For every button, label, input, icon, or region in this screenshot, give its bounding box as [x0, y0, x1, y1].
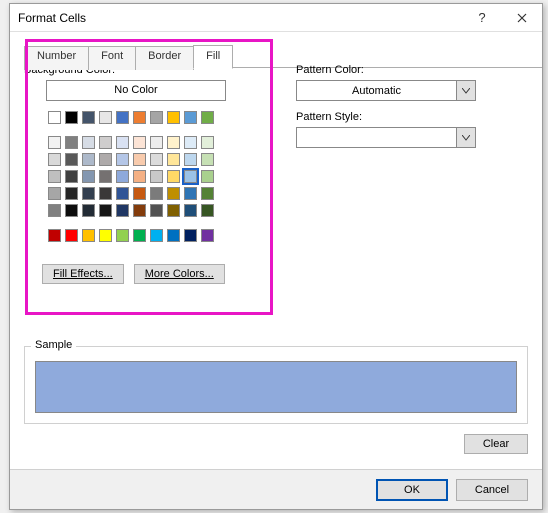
color-swatch[interactable]: [184, 170, 197, 183]
color-swatch[interactable]: [150, 204, 163, 217]
color-palette: [46, 109, 264, 244]
titlebar: Format Cells ?: [10, 4, 542, 32]
color-swatch[interactable]: [65, 136, 78, 149]
no-color-button[interactable]: No Color: [46, 80, 226, 101]
color-swatch[interactable]: [184, 204, 197, 217]
color-swatch[interactable]: [184, 111, 197, 124]
pattern-style-label: Pattern Style:: [296, 111, 516, 123]
color-swatch[interactable]: [65, 153, 78, 166]
color-swatch[interactable]: [99, 204, 112, 217]
dialog-title: Format Cells: [18, 11, 462, 25]
color-swatch[interactable]: [99, 229, 112, 242]
color-swatch[interactable]: [133, 204, 146, 217]
color-swatch[interactable]: [133, 111, 146, 124]
color-swatch[interactable]: [65, 204, 78, 217]
chevron-down-icon: [456, 81, 475, 100]
pattern-style-dropdown[interactable]: [296, 127, 476, 148]
color-swatch[interactable]: [184, 153, 197, 166]
sample-fieldset: Sample: [24, 346, 528, 424]
color-swatch[interactable]: [201, 111, 214, 124]
color-swatch[interactable]: [201, 187, 214, 200]
tab-fill[interactable]: Fill: [193, 45, 233, 69]
color-swatch[interactable]: [201, 136, 214, 149]
chevron-down-icon: [456, 128, 475, 147]
pattern-color-value: Automatic: [297, 85, 456, 97]
color-swatch[interactable]: [133, 229, 146, 242]
color-swatch[interactable]: [150, 111, 163, 124]
tab-number[interactable]: Number: [24, 46, 89, 70]
color-swatch[interactable]: [116, 111, 129, 124]
help-button[interactable]: ?: [462, 4, 502, 32]
color-swatch[interactable]: [48, 229, 61, 242]
color-swatch[interactable]: [65, 170, 78, 183]
color-swatch[interactable]: [48, 136, 61, 149]
color-swatch[interactable]: [99, 187, 112, 200]
color-swatch[interactable]: [48, 111, 61, 124]
clear-button[interactable]: Clear: [464, 434, 528, 454]
color-swatch[interactable]: [99, 170, 112, 183]
color-swatch[interactable]: [167, 170, 180, 183]
color-swatch[interactable]: [82, 187, 95, 200]
color-swatch[interactable]: [116, 170, 129, 183]
color-swatch[interactable]: [99, 111, 112, 124]
color-swatch[interactable]: [133, 136, 146, 149]
color-swatch[interactable]: [116, 187, 129, 200]
color-swatch[interactable]: [150, 229, 163, 242]
color-swatch[interactable]: [150, 136, 163, 149]
color-swatch[interactable]: [201, 170, 214, 183]
color-swatch[interactable]: [82, 204, 95, 217]
color-swatch[interactable]: [201, 153, 214, 166]
color-swatch[interactable]: [167, 229, 180, 242]
color-swatch[interactable]: [116, 204, 129, 217]
color-swatch[interactable]: [150, 187, 163, 200]
pattern-color-dropdown[interactable]: Automatic: [296, 80, 476, 101]
color-swatch[interactable]: [48, 204, 61, 217]
color-swatch[interactable]: [201, 204, 214, 217]
color-swatch[interactable]: [65, 111, 78, 124]
cancel-button[interactable]: Cancel: [456, 479, 528, 501]
format-cells-dialog: Format Cells ? Number Font Border Fill B…: [9, 3, 543, 510]
color-swatch[interactable]: [82, 153, 95, 166]
color-swatch[interactable]: [116, 229, 129, 242]
sample-label: Sample: [31, 339, 76, 351]
color-swatch[interactable]: [116, 136, 129, 149]
color-swatch[interactable]: [167, 204, 180, 217]
color-swatch[interactable]: [82, 111, 95, 124]
pattern-color-label: Pattern Color:: [296, 64, 516, 76]
ok-button[interactable]: OK: [376, 479, 448, 501]
fill-effects-button[interactable]: Fill Effects...: [42, 264, 124, 284]
tab-font[interactable]: Font: [88, 46, 136, 70]
color-swatch[interactable]: [48, 170, 61, 183]
color-swatch[interactable]: [99, 153, 112, 166]
color-swatch[interactable]: [48, 153, 61, 166]
color-swatch[interactable]: [167, 187, 180, 200]
dialog-footer: OK Cancel: [10, 469, 542, 509]
color-swatch[interactable]: [150, 170, 163, 183]
sample-swatch: [35, 361, 517, 413]
color-swatch[interactable]: [133, 153, 146, 166]
color-swatch[interactable]: [116, 153, 129, 166]
more-colors-button[interactable]: More Colors...: [134, 264, 225, 284]
color-swatch[interactable]: [167, 111, 180, 124]
color-swatch[interactable]: [184, 229, 197, 242]
color-swatch[interactable]: [184, 187, 197, 200]
color-swatch[interactable]: [167, 153, 180, 166]
color-swatch[interactable]: [184, 136, 197, 149]
color-swatch[interactable]: [133, 170, 146, 183]
color-swatch[interactable]: [99, 136, 112, 149]
color-swatch[interactable]: [150, 153, 163, 166]
color-swatch[interactable]: [65, 187, 78, 200]
close-button[interactable]: [502, 4, 542, 32]
color-swatch[interactable]: [133, 187, 146, 200]
color-swatch[interactable]: [82, 136, 95, 149]
tab-border[interactable]: Border: [135, 46, 194, 70]
color-swatch[interactable]: [48, 187, 61, 200]
color-swatch[interactable]: [167, 136, 180, 149]
color-swatch[interactable]: [82, 170, 95, 183]
color-swatch[interactable]: [82, 229, 95, 242]
color-swatch[interactable]: [201, 229, 214, 242]
color-swatch[interactable]: [65, 229, 78, 242]
